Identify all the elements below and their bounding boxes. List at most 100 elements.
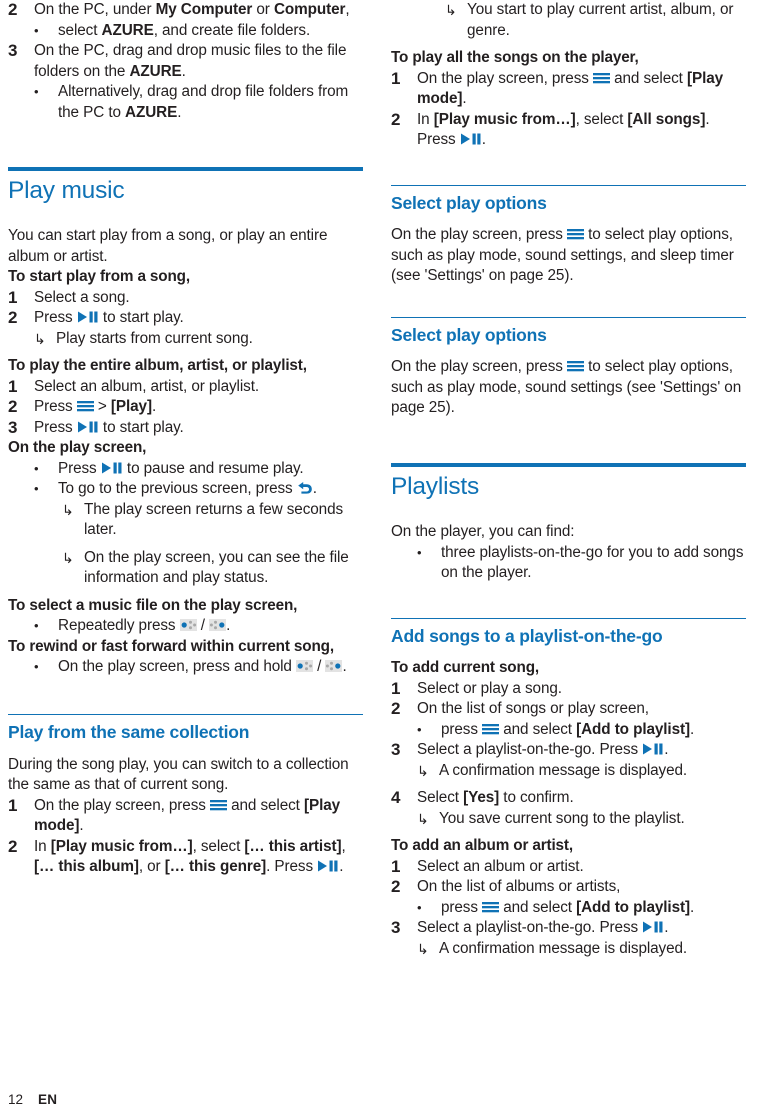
result-text: You save current song to the playlist. bbox=[439, 809, 685, 827]
text-run: to confirm. bbox=[499, 789, 574, 807]
section-rule-thin bbox=[391, 184, 746, 186]
numbered-step: 4 Select [Yes] to confirm. bbox=[391, 788, 746, 809]
text-run-bold: Computer bbox=[273, 1, 346, 18]
result-text: A confirmation message is displayed. bbox=[439, 761, 688, 779]
text-run: / bbox=[313, 658, 326, 676]
text-run: . bbox=[664, 919, 669, 937]
menu-icon bbox=[482, 901, 500, 913]
text-run: In bbox=[417, 110, 434, 128]
text-run: , select bbox=[575, 110, 628, 128]
step-text: Select a playlist-on-the-go. Press . bbox=[417, 740, 746, 761]
text-run: On the play screen, press bbox=[34, 796, 210, 814]
result-item: ↳ The play screen returns a few seconds … bbox=[8, 500, 363, 541]
numbered-step: 2 Press to start play. bbox=[8, 308, 363, 329]
numbered-step: 2 In [Play music from…], select [… this … bbox=[8, 837, 363, 878]
numbered-step: 1 Select a song. bbox=[8, 288, 363, 309]
text-run: , or bbox=[138, 858, 165, 876]
step-number: 1 bbox=[8, 376, 18, 396]
bullet-text: select AZURE, and create file folders. bbox=[58, 21, 363, 42]
text-run: . bbox=[339, 858, 344, 876]
text-run: . bbox=[181, 62, 186, 80]
text-run: . bbox=[226, 617, 231, 635]
runin-heading-add-album-artist: To add an album or artist, bbox=[391, 837, 573, 855]
text-run-bold: My Computer bbox=[155, 1, 253, 18]
bullet-text: Press to pause and resume play. bbox=[58, 459, 363, 480]
step-number: 2 bbox=[391, 109, 401, 129]
step-text: On the play screen, press and select [Pl… bbox=[34, 796, 363, 837]
text-run: On the PC, under bbox=[34, 1, 156, 18]
step-text: In [Play music from…], select [… this ar… bbox=[34, 837, 363, 878]
section-heading-select-play-options-1: Select play options bbox=[391, 193, 547, 213]
step-number: 3 bbox=[391, 918, 401, 938]
step-number: 3 bbox=[8, 41, 18, 60]
runin-heading-play-all-songs: To play all the songs on the player, bbox=[391, 49, 639, 66]
step-text: Press > [Play]. bbox=[34, 397, 363, 418]
next-track-icon bbox=[209, 619, 227, 632]
result-arrow-icon: ↳ bbox=[34, 330, 46, 347]
text-run: and select bbox=[226, 796, 304, 814]
result-item: ↳ You start to play current artist, albu… bbox=[391, 0, 746, 41]
step-number: 2 bbox=[8, 308, 18, 328]
text-run-bold: [Play music from…] bbox=[433, 110, 576, 128]
text-run: On the play screen, press bbox=[391, 358, 567, 376]
numbered-step: 3 Select a playlist-on-the-go. Press . bbox=[391, 740, 746, 761]
step-number: 1 bbox=[8, 795, 18, 815]
result-item: ↳ You save current song to the playlist. bbox=[391, 809, 746, 830]
page-number: 12 bbox=[8, 1092, 24, 1107]
bullet-dot-icon: • bbox=[34, 460, 39, 476]
numbered-step: 2 Press > [Play]. bbox=[8, 397, 363, 418]
step-number: 2 bbox=[391, 699, 401, 719]
two-column-layout: 2 On the PC, under My Computer or Comput… bbox=[0, 0, 765, 959]
previous-track-icon bbox=[296, 660, 313, 673]
text-run: , and create file folders. bbox=[153, 21, 311, 39]
step-number: 3 bbox=[8, 417, 18, 437]
result-item: ↳ Play starts from current song. bbox=[8, 329, 363, 350]
numbered-step: 2 On the list of albums or artists, bbox=[391, 877, 746, 898]
previous-track-icon bbox=[179, 619, 197, 632]
result-arrow-icon: ↳ bbox=[62, 549, 74, 566]
text-run: . bbox=[151, 398, 157, 416]
text-run-bold: [… this album] bbox=[34, 858, 139, 876]
text-run: and select bbox=[499, 898, 577, 916]
text-run: to start play. bbox=[98, 418, 184, 436]
bullet-text: three playlists-on-the-go for you to add… bbox=[441, 543, 744, 582]
intro-paragraph: During the song play, you can switch to … bbox=[8, 755, 349, 794]
text-run: . bbox=[177, 103, 182, 121]
result-item: ↳ On the play screen, you can see the fi… bbox=[8, 548, 363, 589]
text-run-bold: AZURE bbox=[125, 103, 178, 121]
step-text: Press to start play. bbox=[34, 418, 363, 439]
result-text: A confirmation message is displayed. bbox=[439, 939, 688, 957]
text-run: , select bbox=[192, 837, 245, 855]
text-run: . bbox=[462, 90, 467, 107]
step-text: Press to start play. bbox=[34, 308, 363, 329]
numbered-step: 1 On the play screen, press and select [… bbox=[391, 69, 746, 110]
step-number: 1 bbox=[8, 287, 18, 307]
section-heading-select-play-options-2: Select play options bbox=[391, 325, 547, 346]
play-pause-icon bbox=[77, 311, 99, 323]
numbered-step: 2 In [Play music from…], select [All son… bbox=[391, 110, 746, 151]
text-run: Press bbox=[34, 418, 77, 436]
result-text: The play screen returns a few seconds la… bbox=[84, 500, 344, 539]
text-run: . bbox=[312, 480, 317, 498]
bullet-item: • On the play screen, press and hold / . bbox=[8, 657, 363, 678]
bullet-item: • press and select [Add to playlist]. bbox=[391, 720, 746, 741]
text-run-bold: [All songs] bbox=[627, 110, 706, 128]
play-pause-icon bbox=[317, 860, 339, 872]
step-text: Select an album, artist, or playlist. bbox=[34, 377, 259, 395]
language-code: EN bbox=[38, 1092, 58, 1107]
text-run: , bbox=[341, 837, 346, 855]
result-text: Play starts from current song. bbox=[56, 329, 253, 347]
step-number: 1 bbox=[391, 678, 401, 698]
numbered-step: 1 Select an album, artist, or playlist. bbox=[8, 377, 363, 398]
numbered-step: 3 On the PC, drag and drop music files t… bbox=[8, 41, 363, 82]
menu-icon bbox=[209, 799, 227, 811]
text-run: select bbox=[58, 21, 102, 39]
numbered-step: 2 On the list of songs or play screen, bbox=[391, 699, 746, 720]
text-run: and select bbox=[499, 720, 577, 738]
numbered-step: 2 On the PC, under My Computer or Comput… bbox=[8, 0, 363, 21]
section-heading-same-collection: Play from the same collection bbox=[8, 722, 250, 743]
text-run: to pause and resume play. bbox=[122, 459, 304, 477]
step-text: Select an album or artist. bbox=[417, 857, 584, 875]
text-run: Press bbox=[34, 398, 77, 416]
result-item: ↳ A confirmation message is displayed. bbox=[391, 939, 746, 960]
